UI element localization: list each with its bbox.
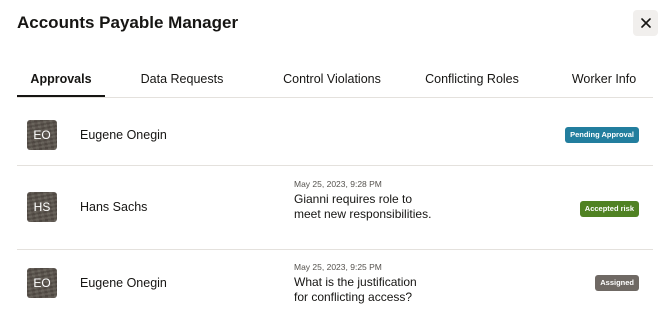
- status-badge: Pending Approval: [565, 127, 639, 143]
- message-text: What is the justification for conflictin…: [294, 275, 417, 304]
- approver-name[interactable]: Eugene Onegin: [80, 128, 167, 142]
- approver-name[interactable]: Eugene Onegin: [80, 276, 167, 290]
- message: May 25, 2023, 9:25 PM What is the justif…: [294, 262, 434, 305]
- close-button[interactable]: [633, 10, 658, 36]
- avatar: HS: [27, 192, 57, 222]
- tab-conflicting-roles[interactable]: Conflicting Roles: [417, 62, 527, 96]
- avatar: EO: [27, 120, 57, 150]
- message-timestamp: May 25, 2023, 9:25 PM: [294, 262, 382, 272]
- message: May 25, 2023, 9:28 PM Gianni requires ro…: [294, 179, 434, 222]
- tab-approvals[interactable]: Approvals: [17, 62, 105, 97]
- message-text: Gianni requires role to meet new respons…: [294, 192, 432, 221]
- tab-data-requests[interactable]: Data Requests: [129, 62, 235, 96]
- dialog-header: Accounts Payable Manager: [0, 0, 668, 46]
- tab-bar: Approvals Data Requests Control Violatio…: [17, 62, 653, 98]
- avatar-initials: HS: [33, 200, 51, 214]
- list-item[interactable]: EO Eugene Onegin May 25, 2023, 9:25 PM W…: [17, 250, 653, 320]
- message-timestamp: May 25, 2023, 9:28 PM: [294, 179, 382, 189]
- status-badge: Assigned: [595, 275, 639, 291]
- dialog-title: Accounts Payable Manager: [17, 13, 239, 32]
- avatar: EO: [27, 268, 57, 298]
- avatar-initials: EO: [33, 128, 51, 142]
- tab-control-violations[interactable]: Control Violations: [267, 62, 397, 96]
- status-badge: Accepted risk: [579, 201, 639, 217]
- avatar-initials: EO: [33, 276, 51, 290]
- approver-name[interactable]: Hans Sachs: [80, 200, 147, 214]
- close-icon: [640, 18, 651, 28]
- list-item[interactable]: HS Hans Sachs May 25, 2023, 9:28 PM Gian…: [17, 166, 653, 250]
- tab-worker-info[interactable]: Worker Info: [565, 62, 643, 96]
- list-item[interactable]: EO Eugene Onegin Pending Approval: [17, 98, 653, 166]
